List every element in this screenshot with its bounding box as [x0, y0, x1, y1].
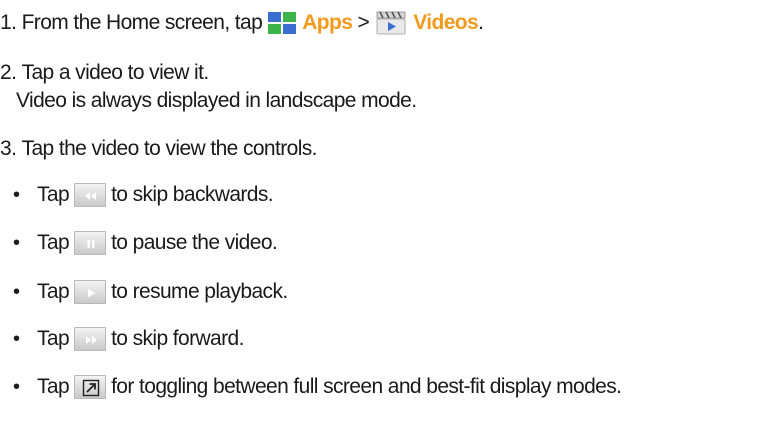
bullet-item: • Tap to resume playback. — [0, 275, 288, 309]
rewind-icon — [74, 183, 107, 207]
fullscreen-toggle-icon — [74, 375, 107, 399]
apps-icon — [267, 11, 297, 35]
step-text: Tap a video to view it. — [21, 61, 210, 84]
bullet-item: • Tap to skip forward. — [0, 322, 244, 356]
bullet-item: • Tap to pause the video. — [0, 226, 278, 260]
bullet-marker: • — [13, 375, 20, 398]
step-number: 1. — [0, 11, 17, 34]
bullet-marker: • — [13, 183, 20, 206]
videos-label: Videos — [413, 11, 479, 34]
bullet-marker: • — [13, 280, 20, 303]
step-number: 2. — [0, 61, 17, 84]
bullet-marker: • — [13, 231, 20, 254]
bullet-item: • Tap for toggling between full screen an… — [0, 370, 622, 404]
tap-word: Tap — [37, 231, 70, 254]
bullet-text: to pause the video. — [111, 231, 278, 254]
tap-word: Tap — [37, 183, 70, 206]
tap-word: Tap — [37, 327, 70, 350]
fast-forward-icon — [74, 327, 107, 351]
step-text: From the Home screen, tap — [21, 11, 263, 34]
step-number: 3. — [0, 137, 17, 160]
step-1: 1. From the Home screen, tap Apps > Vide… — [0, 6, 484, 40]
bullet-item: • Tap to skip backwards. — [0, 178, 274, 212]
step-3: 3. Tap the video to view the controls. — [0, 132, 318, 166]
step-2-note: Video is always displayed in landscape m… — [16, 84, 417, 118]
bullet-text: to skip forward. — [111, 327, 244, 350]
pause-icon — [74, 231, 107, 255]
tap-word: Tap — [37, 280, 70, 303]
step-text: Tap the video to view the controls. — [21, 137, 318, 160]
separator: > — [357, 11, 370, 34]
tap-word: Tap — [37, 375, 70, 398]
bullet-text: to skip backwards. — [111, 183, 274, 206]
videos-icon — [374, 10, 408, 36]
bullet-marker: • — [13, 327, 20, 350]
step-subtext: Video is always displayed in landscape m… — [16, 89, 417, 112]
apps-label: Apps — [302, 11, 353, 34]
bullet-text: for toggling between full screen and bes… — [111, 375, 622, 398]
bullet-text: to resume playback. — [111, 280, 288, 303]
sentence-end: . — [478, 11, 484, 34]
instructions: 1. From the Home screen, tap Apps > Vide… — [0, 0, 760, 423]
play-icon — [74, 280, 107, 304]
